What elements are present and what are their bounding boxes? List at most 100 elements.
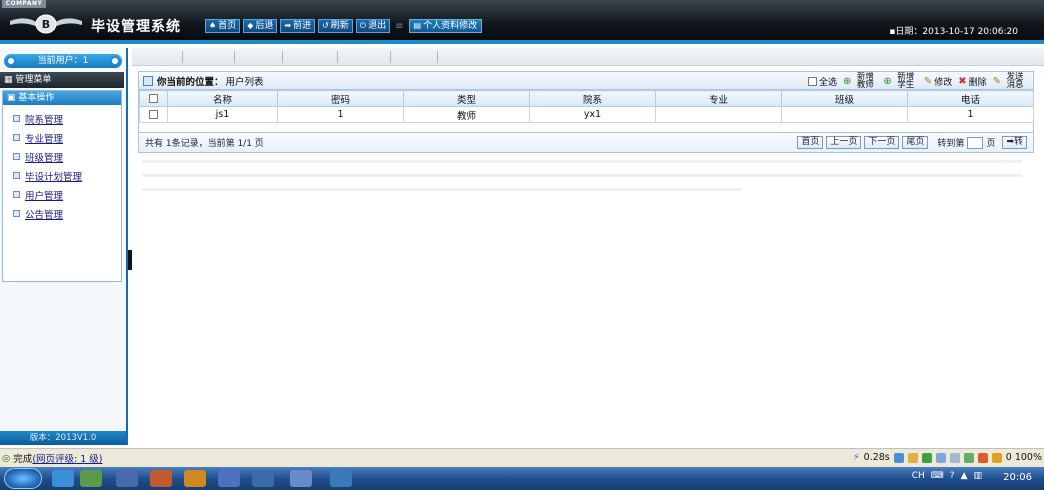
refresh-button[interactable]: ↺ 刷新 xyxy=(318,19,353,33)
table-cell xyxy=(781,106,908,123)
add-teacher-button[interactable]: ⊕ 新增教师 xyxy=(843,73,877,90)
send-message-button[interactable]: ✎ 发送消息 xyxy=(993,73,1027,90)
table-cell: js1 xyxy=(167,106,278,123)
add-user-icon: ⊕ xyxy=(883,75,892,87)
column-header: 电话 xyxy=(907,90,1034,107)
badge-icon[interactable] xyxy=(991,452,1002,463)
browser-icon[interactable] xyxy=(52,470,74,487)
home-button[interactable]: ♠ 首页 xyxy=(205,19,241,33)
action-bar: 全选 ⊕ 新增教师 ⊕ 新增学生 ✎ 修改 ✖ 删除 ✎ 发送消息 xyxy=(808,72,1027,90)
sound-icon[interactable] xyxy=(935,452,946,463)
rating-link[interactable]: (网页评级: 1 级) xyxy=(32,451,102,465)
table-cell: 1 xyxy=(277,106,404,123)
faint-divider xyxy=(142,160,1022,163)
zoom-level[interactable]: 0 100% xyxy=(1006,452,1042,463)
pager-controls: 首页 上一页 下一页 尾页 转到第 页 ➡转 xyxy=(797,136,1027,149)
version-label: 版本：2013V1.0 xyxy=(0,431,126,445)
column-header: 专业 xyxy=(655,90,782,107)
main-content: 你当前的位置： 用户列表 全选 ⊕ 新增教师 ⊕ 新增学生 ✎ 修改 ✖ 删除 ✎ 发送消… xyxy=(132,48,1044,445)
download-icon[interactable] xyxy=(921,452,932,463)
status-ok-icon: ◎ xyxy=(2,452,11,464)
app-icon[interactable] xyxy=(150,470,172,487)
window-icon[interactable] xyxy=(963,452,974,463)
edit-icon: ✎ xyxy=(923,75,933,87)
menu-list: 院系管理 专业管理 班级管理 毕设计划管理 用户管理 公告管理 xyxy=(3,105,121,223)
table-cell: yx1 xyxy=(529,106,656,123)
add-student-button[interactable]: ⊕ 新增学生 xyxy=(883,73,917,90)
last-page-button[interactable]: 尾页 xyxy=(902,136,929,149)
panel-toolbar: 你当前的位置： 用户列表 全选 ⊕ 新增教师 ⊕ 新增学生 ✎ 修改 ✖ 删除 ✎ 发送消… xyxy=(139,72,1033,90)
app-icon[interactable] xyxy=(184,470,206,487)
forward-button[interactable]: ➡ 前进 xyxy=(280,19,316,33)
next-page-button[interactable]: 下一页 xyxy=(864,136,900,149)
tab-divider xyxy=(437,51,438,63)
app-icon[interactable] xyxy=(116,470,138,487)
menu-item-notice: 公告管理 xyxy=(3,204,121,223)
go-button[interactable]: ➡转 xyxy=(1002,136,1027,149)
system-tray: CH ⌨ ? ▲ ▥ xyxy=(912,471,982,481)
edit-button[interactable]: ✎ 修改 xyxy=(924,75,952,88)
tab-strip xyxy=(132,48,1044,66)
column-header: 类型 xyxy=(403,90,530,107)
app-icon[interactable] xyxy=(218,470,240,487)
logout-button[interactable]: ⏻ 退出 xyxy=(355,19,391,33)
sidebar: 当前用户：1 ▦ 管理菜单 ▣ 基本操作 院系管理 专业管理 班级管理 毕设计划… xyxy=(0,48,128,445)
section-header[interactable]: ▣ 基本操作 xyxy=(3,91,121,105)
company-badge: COMPANY xyxy=(2,0,46,8)
checkbox-icon xyxy=(808,76,817,86)
home-icon: ♠ xyxy=(209,21,217,30)
bullet-icon xyxy=(13,191,20,198)
page-number-input[interactable] xyxy=(967,136,984,149)
keyboard-icon[interactable]: ⌨ xyxy=(931,471,944,481)
table-cell: 1 xyxy=(907,106,1034,123)
tab-divider xyxy=(234,51,235,63)
checkbox-icon xyxy=(149,110,158,119)
first-page-button[interactable]: 首页 xyxy=(797,136,824,149)
column-header: 密码 xyxy=(277,90,404,107)
pin-icon xyxy=(110,56,120,66)
goto-label: 转到第 xyxy=(937,139,965,149)
network-icon[interactable]: ▥ xyxy=(973,471,982,481)
checkbox-icon xyxy=(149,94,158,103)
header-checkbox[interactable] xyxy=(139,90,168,107)
bullet-icon xyxy=(13,210,20,217)
menu-item-department: 院系管理 xyxy=(3,109,121,128)
windows-taskbar: CH ⌨ ? ▲ ▥ 20:06 xyxy=(0,467,1044,490)
addon-icon[interactable] xyxy=(977,452,988,463)
app-icon[interactable] xyxy=(330,470,352,487)
tab-divider xyxy=(390,51,391,63)
explorer-icon[interactable] xyxy=(80,470,102,487)
delete-button[interactable]: ✖ 删除 xyxy=(958,75,986,88)
taskbar-clock[interactable]: 20:06 xyxy=(1003,472,1032,483)
table-row[interactable]: js1 1 教师 yx1 1 xyxy=(139,106,1034,123)
row-checkbox[interactable] xyxy=(139,106,168,123)
app-icon[interactable] xyxy=(290,470,312,487)
add-user-icon: ⊕ xyxy=(843,75,852,87)
profile-icon: ▤ xyxy=(413,21,422,30)
delete-icon: ✖ xyxy=(958,75,967,87)
date-display: ▪日期：2013-10-17 20:06:20 xyxy=(889,27,1018,37)
faint-divider xyxy=(142,188,742,191)
tab-divider xyxy=(182,51,183,63)
bullet-icon xyxy=(13,115,20,122)
settings-icon[interactable] xyxy=(949,452,960,463)
profile-edit-button[interactable]: ▤ 个人资料修改 xyxy=(408,19,483,33)
app-icon[interactable] xyxy=(252,470,274,487)
power-icon: ⏻ xyxy=(359,21,367,30)
date-value: 2013-10-17 20:06:20 xyxy=(922,27,1018,37)
menu-item-class: 班级管理 xyxy=(3,147,121,166)
top-nav: ♠ 首页 ◆ 后退 ➡ 前进 ↺ 刷新 ⏻ 退出 ≡ ▤ 个人资料修改 xyxy=(205,19,483,33)
tray-arrow-icon[interactable]: ▲ xyxy=(961,471,968,481)
refresh-icon: ↺ xyxy=(322,21,329,30)
help-icon[interactable]: ? xyxy=(950,471,955,481)
load-time: 0.28s xyxy=(863,452,890,463)
edit-icon[interactable] xyxy=(893,452,904,463)
language-indicator[interactable]: CH xyxy=(912,471,925,481)
prev-page-button[interactable]: 上一页 xyxy=(826,136,862,149)
light-icon[interactable] xyxy=(907,452,918,463)
svg-text:B: B xyxy=(42,18,50,31)
select-all-checkbox[interactable]: 全选 xyxy=(808,75,837,88)
start-button[interactable] xyxy=(4,468,42,489)
table-header-row: 名称 密码 类型 院系 专业 班级 电话 xyxy=(139,90,1034,107)
back-button[interactable]: ◆ 后退 xyxy=(243,19,278,33)
